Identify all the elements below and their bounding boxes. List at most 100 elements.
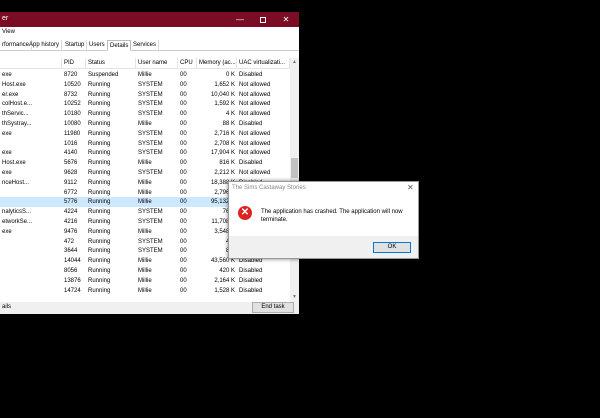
column-pid[interactable]: PID (62, 58, 86, 69)
cell-cpu: 00 (180, 189, 187, 196)
column-status[interactable]: Status (86, 58, 136, 69)
menu-view[interactable]: View (2, 29, 15, 35)
cell-name (0, 256, 62, 266)
dialog-close-button[interactable]: ✕ (407, 183, 414, 192)
cell-user: Millie (138, 199, 152, 206)
cell-memory: 2,716 K (214, 130, 235, 137)
cell-status: Running (88, 209, 111, 216)
cell-pid: 6772 (64, 189, 78, 196)
scroll-up-icon[interactable]: ▲ (291, 59, 298, 66)
cell-user: SYSTEM (138, 130, 163, 137)
cell-pid: 14044 (64, 258, 81, 265)
cell-cpu: 00 (180, 179, 187, 186)
cell-name (0, 266, 62, 276)
cell-user: Millie (138, 179, 152, 186)
column-name[interactable] (0, 58, 62, 69)
table-row[interactable]: thSystray... 10080 Running Millie 00 88 K Disa… (0, 119, 290, 129)
cell-status: Running (88, 179, 111, 186)
tab-details[interactable]: Details (107, 40, 132, 51)
cell-name (0, 286, 62, 296)
cell-user: Millie (138, 189, 152, 196)
cell-name (0, 188, 62, 198)
table-row[interactable]: colHost.e... 10252 Running SYSTEM 00 1,592 K N… (0, 99, 290, 109)
cell-status: Running (88, 238, 111, 245)
dialog-title-bar[interactable]: The Sims Castaway Stories ✕ (229, 182, 418, 194)
process-table: PID Status User name CPU Memory (ac... U… (0, 58, 290, 302)
column-memory[interactable]: Memory (ac... (197, 58, 237, 69)
cell-name: exe (2, 130, 12, 137)
fewer-details-link[interactable]: ails (2, 304, 11, 310)
cell-pid: 8732 (64, 91, 78, 98)
table-row[interactable]: 14724 Running Millie 00 1,528 K Disabled (0, 286, 290, 296)
cell-cpu: 00 (180, 209, 187, 216)
dialog-body: ✕ The application has crashed. The appli… (229, 198, 418, 236)
column-user[interactable]: User name (136, 58, 178, 69)
scroll-thumb[interactable] (291, 158, 298, 178)
cell-status: Running (88, 219, 111, 225)
cell-name: thServic... (2, 111, 29, 118)
cell-memory: 1,592 K (214, 101, 235, 108)
cell-memory: 17,904 K (210, 150, 235, 157)
tab-services[interactable]: Services (131, 40, 160, 51)
cell-memory: 88 K (222, 121, 235, 127)
cell-uac: Not allowed (239, 140, 271, 147)
cell-user: SYSTEM (138, 170, 163, 176)
cell-uac: Not allowed (239, 130, 271, 137)
column-cpu[interactable]: CPU (178, 58, 197, 69)
cell-user: Millie (138, 228, 152, 235)
cell-cpu: 00 (180, 287, 187, 294)
ok-button[interactable]: OK (373, 242, 411, 253)
table-row[interactable]: 13876 Running Millie 00 2,164 K Disabled (0, 276, 290, 286)
cell-user: SYSTEM (138, 219, 163, 225)
cell-pid: 13876 (64, 277, 81, 284)
cell-status: Running (88, 268, 111, 274)
cell-name (0, 246, 62, 256)
close-button[interactable]: ✕ (275, 12, 297, 27)
cell-uac: Disabled (239, 121, 263, 127)
cell-name: thSystray... (2, 121, 32, 127)
tab-app-history[interactable]: App history (27, 40, 63, 51)
cell-uac: Disabled (239, 268, 263, 274)
tab-users[interactable]: Users (87, 40, 108, 51)
table-row[interactable]: 1016 Running SYSTEM 00 2,708 K Not allowed (0, 139, 290, 149)
cell-user: SYSTEM (138, 140, 163, 147)
cell-memory: 4 K (225, 111, 235, 118)
cell-status: Running (88, 111, 111, 118)
tab-startup[interactable]: Startup (63, 40, 88, 51)
menu-bar: View (0, 27, 299, 38)
cell-cpu: 00 (180, 277, 187, 284)
vertical-scrollbar[interactable]: ▲ ▼ (290, 58, 299, 302)
table-row[interactable]: exe 4140 Running SYSTEM 00 17,904 K Not allowe… (0, 148, 290, 158)
maximize-button[interactable] (252, 12, 274, 27)
cell-pid: 472 (64, 238, 75, 245)
table-row[interactable]: er.exe 8732 Running SYSTEM 00 10,040 K Not all… (0, 90, 290, 100)
cell-uac: Disabled (239, 287, 263, 294)
table-row[interactable]: Host.exe 10520 Running SYSTEM 00 1,652 K Not a… (0, 80, 290, 90)
cell-pid: 10080 (64, 121, 81, 127)
cell-status: Running (88, 170, 111, 176)
cell-pid: 4216 (64, 219, 78, 225)
cell-name (0, 276, 62, 286)
cell-cpu: 00 (180, 130, 187, 137)
window-title: er (2, 15, 9, 22)
scroll-down-icon[interactable]: ▼ (291, 294, 298, 301)
cell-cpu: 00 (180, 121, 187, 127)
cell-memory: 420 K (219, 268, 235, 274)
table-row[interactable]: exe 8720 Suspended Millie 00 0 K Disabled (0, 70, 290, 80)
cell-uac: Not allowed (239, 111, 271, 118)
cell-name: nalyticsS... (2, 209, 32, 216)
end-task-button[interactable]: End task (252, 302, 294, 313)
cell-status: Running (88, 121, 111, 127)
cell-uac: Disabled (239, 160, 263, 167)
table-row[interactable]: exe 11980 Running SYSTEM 00 2,716 K Not allowe… (0, 129, 290, 139)
table-row[interactable]: Host.exe 5676 Running Millie 00 816 K Disabled (0, 158, 290, 168)
minimize-button[interactable]: — (229, 12, 251, 27)
title-bar[interactable]: er — ✕ (0, 12, 299, 27)
cell-name: exe (2, 228, 12, 235)
table-row[interactable]: thServic... 10180 Running SYSTEM 00 4 K Not al… (0, 109, 290, 119)
column-uac[interactable]: UAC virtualizati... (237, 58, 290, 69)
cell-user: Millie (138, 287, 152, 294)
table-row[interactable]: exe 9628 Running SYSTEM 00 2,212 K Not allowed (0, 168, 290, 178)
table-row[interactable]: 8056 Running Millie 00 420 K Disabled (0, 266, 290, 276)
cell-name: exe (2, 150, 12, 157)
